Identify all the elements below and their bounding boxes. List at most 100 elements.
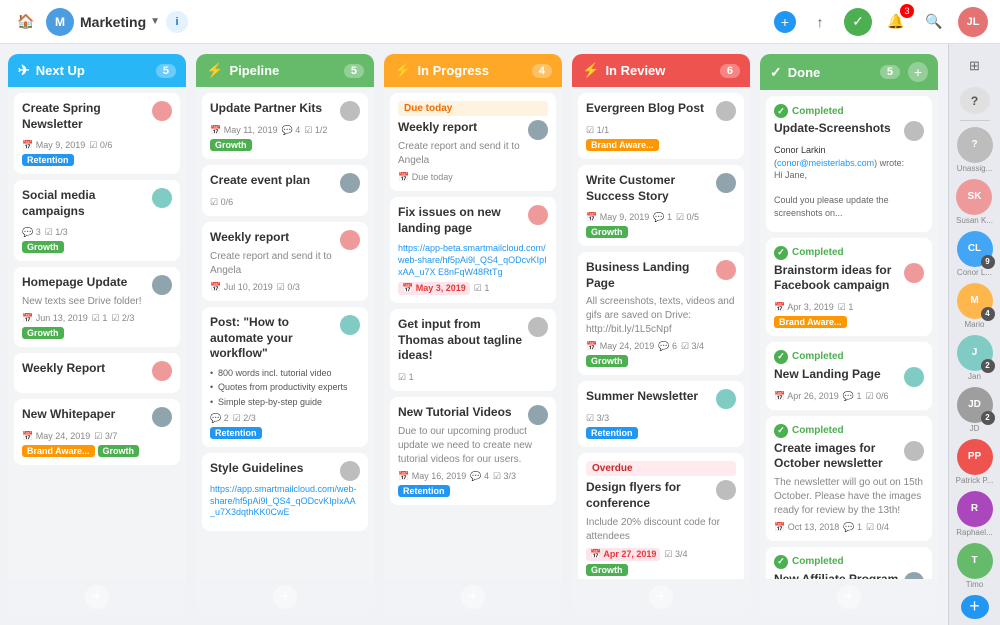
notifications[interactable]: 🔔 3 [882, 8, 910, 36]
table-row[interactable]: New Tutorial VideosDue to our upcoming p… [390, 397, 556, 505]
info-icon[interactable]: i [166, 11, 188, 33]
sidebar-member[interactable]: M4Mario [957, 283, 993, 329]
avatar [152, 101, 172, 121]
table-row[interactable]: Post: "How to automate your workflow"800… [202, 307, 368, 447]
completed-badge: ✓Completed [774, 555, 924, 569]
card-title: Update-Screenshots [774, 121, 891, 137]
avatar [716, 260, 736, 280]
card-title: Post: "How to automate your workflow" [210, 315, 340, 362]
sidebar-member[interactable]: RRaphael... [956, 491, 992, 537]
avatar[interactable]: ? [957, 127, 993, 163]
avatar[interactable]: R [957, 491, 993, 527]
notification-count: 3 [900, 4, 914, 18]
sidebar-member[interactable]: JD2JD [957, 387, 993, 433]
card-meta: 💬 2☑ 2/3 [210, 413, 360, 424]
card-header: New Whitepaper [22, 407, 172, 427]
table-row[interactable]: Summer Newsletter☑ 3/3Retention [578, 381, 744, 447]
table-row[interactable]: Social media campaigns💬 3☑ 1/3Growth [14, 180, 180, 261]
tag: Growth [22, 241, 64, 253]
check-icon[interactable]: ✓ [844, 8, 872, 36]
avatar[interactable]: M4 [957, 283, 993, 319]
avatar[interactable]: JD2 [957, 387, 993, 423]
card-tasks-right: ☑ 0/4 [866, 522, 889, 533]
card-tasks-left: 💬 1 [843, 522, 862, 533]
card-title: Write Customer Success Story [586, 173, 716, 204]
sidebar-member[interactable]: SKSusan K... [956, 179, 993, 225]
add-button[interactable]: + [774, 11, 796, 33]
user-avatar[interactable]: JL [958, 7, 988, 37]
avatar [716, 101, 736, 121]
add-card-inprogress[interactable]: + [461, 585, 485, 609]
sidebar-member[interactable]: ?Unassig... [957, 127, 993, 173]
table-row[interactable]: ✓CompletedUpdate-ScreenshotsConor Larkin… [766, 96, 932, 232]
topbar-left: 🏠 M Marketing ▼ i [12, 8, 766, 36]
table-row[interactable]: Weekly reportCreate report and send it t… [202, 222, 368, 301]
table-row[interactable]: Due todayWeekly reportCreate report and … [390, 93, 556, 191]
card-header: New Affiliate Program [774, 572, 924, 579]
table-row[interactable]: Update Partner Kits📅 May 11, 2019💬 4☑ 1/… [202, 93, 368, 159]
table-row[interactable]: Write Customer Success Story 📅 May 9, 201… [578, 165, 744, 246]
card-tasks: ☑ 3/7 [94, 431, 117, 442]
search-icon[interactable]: 🔍 [920, 8, 948, 36]
avatar [716, 480, 736, 500]
add-card-pipeline[interactable]: + [273, 585, 297, 609]
avatar[interactable]: SK [956, 179, 992, 215]
help-icon[interactable]: ? [960, 87, 990, 113]
table-row[interactable]: Homepage UpdateNew texts see Drive folde… [14, 267, 180, 347]
add-card-inreview[interactable]: + [649, 585, 673, 609]
table-row[interactable]: ✓Completed New Affiliate Program [766, 547, 932, 579]
card-date: 📅 May 9, 2019 [586, 212, 649, 223]
project-name[interactable]: Marketing ▼ [80, 14, 160, 30]
upload-icon[interactable]: ↑ [806, 8, 834, 36]
card-link[interactable]: https://app.smartmailcloud.com/web-share… [210, 484, 360, 519]
table-row[interactable]: OverdueDesign flyers for conferenceInclu… [578, 453, 744, 579]
table-row[interactable]: Fix issues on new landing pagehttps://ap… [390, 197, 556, 303]
card-title: Business Landing Page [586, 260, 716, 291]
add-member-button[interactable]: + [961, 595, 989, 619]
avatar[interactable]: J2 [957, 335, 993, 371]
avatar [716, 389, 736, 409]
card-link[interactable]: https://app-beta.smartmailcloud.com/web-… [398, 243, 548, 278]
table-row[interactable]: Create event plan☑ 0/6 [202, 165, 368, 216]
table-row[interactable]: ✓CompletedNew Landing Page📅 Apr 26, 2019… [766, 342, 932, 410]
completed-icon: ✓ [774, 246, 788, 260]
home-icon[interactable]: 🏠 [12, 8, 40, 36]
table-row[interactable]: Evergreen Blog Post☑ 1/1Brand Aware... [578, 93, 744, 159]
sidebar-member[interactable]: TTimo [957, 543, 993, 589]
add-column-done[interactable]: + [908, 62, 928, 82]
card-meta: 📅 Due today [398, 172, 548, 183]
avatar-label: Timo [966, 580, 983, 589]
card-date: 📅 May 9, 2019 [22, 140, 85, 151]
column-footer-inprogress: + [384, 579, 562, 615]
avatar[interactable]: CL9 [957, 231, 993, 267]
table-row[interactable]: New Whitepaper📅 May 24, 2019☑ 3/7Brand A… [14, 399, 180, 465]
table-row[interactable]: ✓CompletedCreate images for October news… [766, 416, 932, 541]
add-card-nextup[interactable]: + [85, 585, 109, 609]
table-row[interactable]: Business Landing Page All screenshots, te… [578, 252, 744, 375]
project-title: Marketing [80, 14, 146, 30]
sidebar-member[interactable]: CL9Conor L... [957, 231, 993, 277]
column-inprogress: ⚡In Progress4Due todayWeekly reportCreat… [384, 54, 562, 615]
card-subtitle: All screenshots, texts, videos and gifs … [586, 295, 736, 337]
avatar[interactable]: PP [957, 439, 993, 475]
card-date: 📅 May 24, 2019 [22, 431, 90, 442]
avatar [340, 101, 360, 121]
table-row[interactable]: Style Guidelineshttps://app.smartmailclo… [202, 453, 368, 531]
card-date: 📅 Jul 10, 2019 [210, 282, 273, 293]
project-logo: M [46, 8, 74, 36]
card-stats-left: 💬 3 [22, 227, 41, 238]
table-row[interactable]: Weekly Report [14, 353, 180, 393]
table-row[interactable]: ✓CompletedBrainstorm ideas for Facebook … [766, 238, 932, 336]
sidebar-member[interactable]: PPPatrick P... [956, 439, 994, 485]
table-row[interactable]: Get input from Thomas about tagline idea… [390, 309, 556, 391]
table-row[interactable]: Create Spring Newsletter📅 May 9, 2019☑ 0… [14, 93, 180, 174]
column-body-pipeline: Update Partner Kits📅 May 11, 2019💬 4☑ 1/… [196, 87, 374, 579]
card-tags: Growth [586, 564, 736, 576]
card-meta: ☑ 0/6 [210, 197, 360, 208]
card-title: Get input from Thomas about tagline idea… [398, 317, 528, 364]
sidebar-member[interactable]: J2Jan [957, 335, 993, 381]
card-subtitle: New texts see Drive folder! [22, 295, 172, 309]
add-card-done[interactable]: + [837, 585, 861, 609]
avatar[interactable]: T [957, 543, 993, 579]
grid-icon[interactable]: ⊞ [957, 50, 993, 81]
